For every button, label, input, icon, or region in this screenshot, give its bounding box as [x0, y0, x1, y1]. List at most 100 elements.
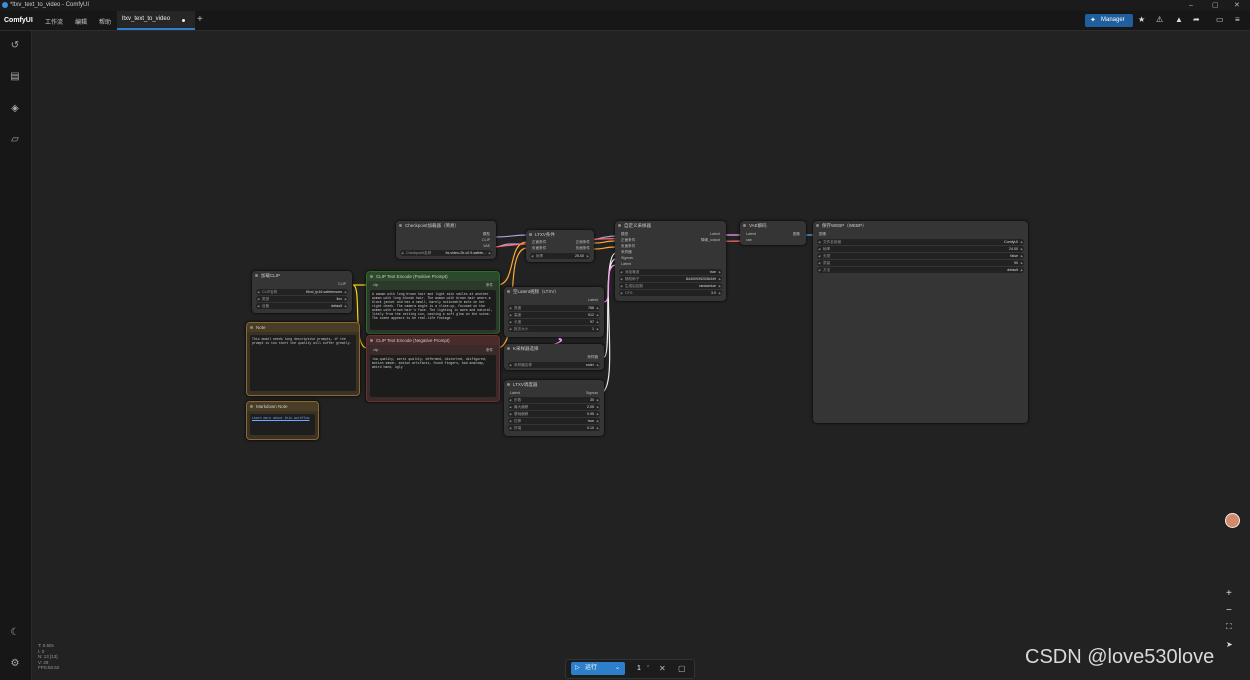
output-clip[interactable]: CLIP: [338, 282, 346, 286]
node-markdown-note[interactable]: Markdown Note Learn more about this work…: [246, 401, 319, 440]
pointer-icon[interactable]: ➤: [1226, 640, 1233, 649]
output-denoised[interactable]: 降噪_output: [701, 238, 720, 243]
widget-filename-prefix[interactable]: 文件名前缀 ComfyUI: [817, 239, 1024, 245]
folder-icon[interactable]: ▱: [9, 134, 21, 146]
puzzle-icon[interactable]: ⚠: [1156, 15, 1163, 24]
widget-batch[interactable]: 批次大小 1: [508, 326, 600, 332]
widget-cfg[interactable]: CFG 3.0: [619, 290, 722, 296]
node-empty-latent-video[interactable]: 空Latent视频（LTXV） Latent 宽度768 高度512 长度97 …: [504, 287, 604, 337]
node-save-webp[interactable]: 保存WEBP（WEBP） 图像 文件名前缀 ComfyUI 帧率 24.00 无损 f…: [813, 221, 1028, 423]
output-conditioning[interactable]: 条件: [486, 348, 493, 353]
stop-icon[interactable]: ▢: [678, 662, 686, 675]
maximize-button[interactable]: ▢: [1212, 0, 1219, 11]
output-latent[interactable]: Latent: [710, 232, 720, 236]
panel-icon[interactable]: ▭: [1216, 15, 1224, 24]
fit-view-icon[interactable]: ⛶: [1226, 622, 1232, 632]
widget-method[interactable]: 方法 default: [817, 267, 1024, 273]
node-positive-prompt[interactable]: CLIP Text Encode (Positive Prompt) clip …: [366, 271, 500, 334]
share-icon[interactable]: ➦: [1193, 15, 1200, 24]
node-custom-sampler[interactable]: 自定义采样器 模型 正面条件 负面条件 采样器 Sigmas Latent La…: [615, 221, 726, 301]
queue-icon[interactable]: ▤: [9, 71, 21, 83]
input-positive[interactable]: 正面条件: [532, 240, 546, 245]
widget-sampler-name[interactable]: 采样器名称 euler: [508, 362, 600, 368]
close-window-button[interactable]: ✕: [1234, 0, 1240, 11]
widget-control-after[interactable]: 生成后控制 randomize: [619, 283, 722, 289]
avatar[interactable]: [1225, 513, 1240, 528]
output-latent[interactable]: Latent: [588, 298, 598, 302]
output-conditioning[interactable]: 条件: [486, 283, 493, 288]
output-image[interactable]: 图像: [793, 232, 800, 237]
output-positive[interactable]: 正面条件: [576, 240, 590, 245]
widget-add-noise[interactable]: 添加噪波 true: [619, 269, 722, 275]
hamburger-icon[interactable]: ≡: [1235, 15, 1240, 24]
output-model[interactable]: 模型: [483, 232, 490, 237]
input-model[interactable]: 模型: [621, 232, 628, 237]
widget-length[interactable]: 长度 97: [508, 319, 600, 325]
widget-ckpt-name[interactable]: Checkpoint名称 ltx-video-2b-v0.9.safete...: [400, 250, 492, 256]
widget-terminal[interactable]: 终端 0.10: [508, 425, 600, 431]
menu-edit[interactable]: 编辑: [75, 17, 87, 26]
node-ltxv-conditioning[interactable]: LTXV条件 正面条件 负面条件 正面条件 负面条件 帧率 25.00: [526, 230, 594, 262]
minimize-button[interactable]: –: [1189, 0, 1193, 11]
input-sampler[interactable]: 采样器: [621, 250, 632, 255]
node-sampler-select[interactable]: K采样器选择 采样器 采样器名称 euler: [504, 344, 604, 370]
stepper-icon[interactable]: ⌃: [646, 662, 650, 675]
note-text[interactable]: This model needs long descriptive prompt…: [250, 335, 356, 391]
zoom-in-icon[interactable]: +: [1226, 588, 1232, 599]
input-negative[interactable]: 负面条件: [532, 246, 546, 251]
widget-max-shift[interactable]: 最大偏移 2.05: [508, 404, 600, 410]
node-note[interactable]: Note This model needs long descriptive p…: [246, 322, 360, 396]
widget-type[interactable]: 类型 ltxv: [256, 296, 348, 302]
input-sigmas[interactable]: Sigmas: [621, 256, 633, 260]
add-tab-button[interactable]: +: [197, 14, 203, 25]
input-latent[interactable]: Latent: [510, 391, 520, 395]
widget-steps[interactable]: 步数 30: [508, 397, 600, 403]
node-vae-decode[interactable]: VAE解码 Latent vae 图像: [740, 221, 806, 245]
run-button[interactable]: ▷ 运行 ⌄: [571, 662, 625, 675]
output-negative[interactable]: 负面条件: [576, 246, 590, 251]
menu-workflow[interactable]: 工作流: [45, 17, 63, 26]
chevron-down-icon[interactable]: ⌄: [615, 662, 620, 675]
widget-seed[interactable]: 随机种子 844009392036449: [619, 276, 722, 282]
batch-count-input[interactable]: 1: [632, 662, 646, 675]
graph-canvas[interactable]: Checkpoint加载器（简易） 模型 CLIP VAE Checkpoint…: [32, 31, 1250, 680]
star-icon[interactable]: ★: [1138, 15, 1145, 24]
widget-device[interactable]: 设备 default: [256, 303, 348, 309]
triangle-icon[interactable]: ▲: [1175, 15, 1183, 24]
input-images[interactable]: 图像: [819, 232, 826, 237]
input-positive[interactable]: 正面条件: [621, 238, 635, 243]
input-negative[interactable]: 负面条件: [621, 244, 635, 249]
widget-frame-rate[interactable]: 帧率 25.00: [530, 253, 590, 259]
widget-quality[interactable]: 质量 90: [817, 260, 1024, 266]
workflow-link[interactable]: Learn more about this workflow: [250, 414, 315, 435]
moon-icon[interactable]: ☾: [9, 627, 21, 639]
output-vae[interactable]: VAE: [483, 244, 490, 248]
widget-clip-name[interactable]: CLIP名称 t5xxl_fp16.safetensors: [256, 289, 348, 295]
widget-base-shift[interactable]: 基础偏移 0.95: [508, 411, 600, 417]
negative-prompt-text[interactable]: low quality, worst quality, deformed, di…: [370, 355, 496, 397]
widget-fps[interactable]: 帧率 24.00: [817, 246, 1024, 252]
node-load-clip[interactable]: 加载CLIP CLIP CLIP名称 t5xxl_fp16.safetensors…: [252, 271, 352, 313]
widget-height[interactable]: 高度 512: [508, 312, 600, 318]
workflow-tab[interactable]: ltxv_text_to_video: [117, 11, 195, 30]
input-vae[interactable]: vae: [746, 238, 752, 242]
zoom-out-icon[interactable]: −: [1226, 605, 1232, 616]
history-icon[interactable]: ↺: [9, 40, 21, 52]
menu-help[interactable]: 帮助: [99, 17, 111, 26]
widget-lossless[interactable]: 无损 false: [817, 253, 1024, 259]
node-negative-prompt[interactable]: CLIP Text Encode (Negative Prompt) clip …: [366, 335, 500, 402]
model-cube-icon[interactable]: ◈: [9, 103, 21, 115]
manager-button[interactable]: ✦ Manager: [1085, 14, 1133, 27]
cancel-icon[interactable]: ✕: [659, 662, 666, 675]
input-clip[interactable]: clip: [373, 283, 378, 287]
output-sigmas[interactable]: Sigmas: [586, 391, 598, 395]
output-clip[interactable]: CLIP: [482, 238, 490, 242]
node-checkpoint-loader[interactable]: Checkpoint加载器（简易） 模型 CLIP VAE Checkpoint…: [396, 221, 496, 259]
positive-prompt-text[interactable]: A woman with long brown hair and light s…: [370, 290, 496, 330]
input-latent[interactable]: Latent: [621, 262, 631, 266]
widget-width[interactable]: 宽度 768: [508, 305, 600, 311]
input-samples[interactable]: Latent: [746, 232, 756, 236]
output-sampler[interactable]: 采样器: [587, 355, 598, 360]
input-clip[interactable]: clip: [373, 348, 378, 352]
node-ltxv-scheduler[interactable]: LTXV调度器 Latent Sigmas 步数 30 最大偏移 2.05 基础偏移…: [504, 380, 604, 436]
